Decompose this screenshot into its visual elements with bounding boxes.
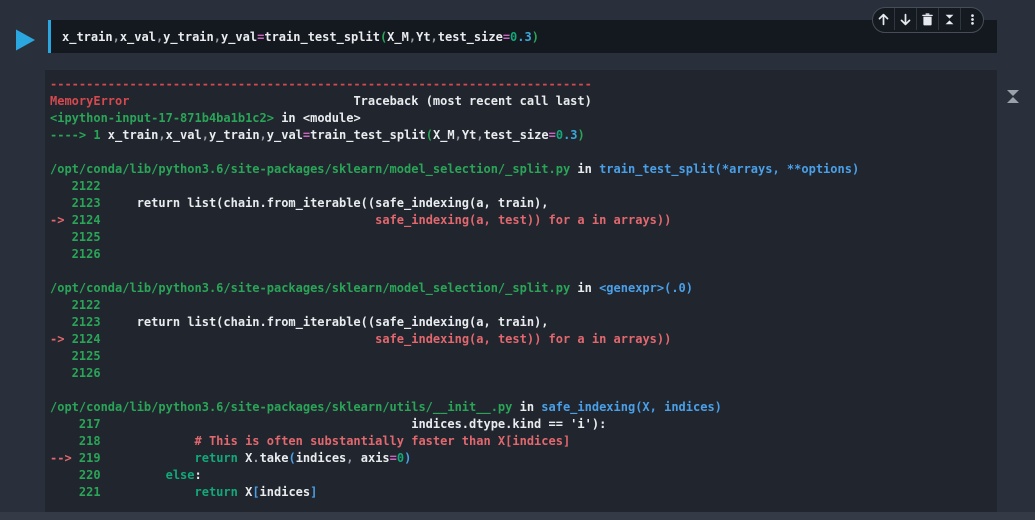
traceback-line: ----> 1 x_train,x_val,y_train,y_val=trai… bbox=[50, 128, 585, 142]
move-cell-up-button[interactable] bbox=[873, 8, 895, 30]
traceback-line: 2126 bbox=[50, 247, 108, 261]
traceback-line: 221 return X[indices] bbox=[50, 485, 318, 499]
traceback-line bbox=[50, 263, 997, 280]
traceback-line: 218 # This is often substantially faster… bbox=[50, 434, 571, 448]
play-icon bbox=[16, 29, 35, 51]
bottom-divider bbox=[0, 512, 1035, 520]
collapse-output-button[interactable] bbox=[1003, 86, 1023, 106]
delete-cell-button[interactable] bbox=[917, 8, 939, 30]
output-area: ----------------------------------------… bbox=[45, 70, 997, 512]
traceback-line: 2123 return list(chain.from_iterable((sa… bbox=[50, 196, 549, 210]
traceback-line: -> 2124 safe_indexing(a, test)) for a in… bbox=[50, 332, 672, 346]
traceback-line: 220 else: bbox=[50, 468, 202, 482]
traceback-line bbox=[50, 382, 997, 399]
traceback-line: 217 indices.dtype.kind == 'i'): bbox=[50, 417, 607, 431]
collapse-cell-button[interactable] bbox=[939, 8, 961, 30]
code-cell[interactable]: x_train,x_val,y_train,y_val=train_test_s… bbox=[48, 20, 997, 53]
traceback-output: ----------------------------------------… bbox=[45, 70, 997, 501]
more-options-button[interactable] bbox=[961, 8, 983, 30]
traceback-line bbox=[50, 144, 997, 161]
traceback-line: 2123 return list(chain.from_iterable((sa… bbox=[50, 315, 549, 329]
arrow-up-icon bbox=[877, 13, 890, 26]
trash-icon bbox=[921, 12, 934, 26]
traceback-line: -> 2124 safe_indexing(a, test)) for a in… bbox=[50, 213, 672, 227]
traceback-line: <ipython-input-17-871b4ba1b1c2> in <modu… bbox=[50, 111, 361, 125]
move-cell-down-button[interactable] bbox=[895, 8, 917, 30]
run-cell-button[interactable] bbox=[13, 28, 37, 52]
traceback-line: 2125 bbox=[50, 349, 108, 363]
collapse-output-icon bbox=[1003, 90, 1023, 110]
traceback-line: /opt/conda/lib/python3.6/site-packages/s… bbox=[50, 400, 722, 414]
traceback-line: 2126 bbox=[50, 366, 108, 380]
traceback-line: MemoryError Traceback (most recent call … bbox=[50, 94, 592, 108]
traceback-line: /opt/conda/lib/python3.6/site-packages/s… bbox=[50, 281, 693, 295]
kebab-menu-icon bbox=[966, 13, 979, 26]
traceback-line: ----------------------------------------… bbox=[50, 77, 592, 91]
collapse-icon bbox=[943, 13, 956, 26]
traceback-line: 2125 bbox=[50, 230, 108, 244]
traceback-line: --> 219 return X.take(indices, axis=0) bbox=[50, 451, 412, 465]
traceback-line: 2122 bbox=[50, 179, 108, 193]
cell-toolbar bbox=[872, 7, 984, 33]
arrow-down-icon bbox=[899, 13, 912, 26]
traceback-line: 2122 bbox=[50, 298, 108, 312]
traceback-line: /opt/conda/lib/python3.6/site-packages/s… bbox=[50, 162, 860, 176]
cell-code[interactable]: x_train,x_val,y_train,y_val=train_test_s… bbox=[51, 30, 539, 44]
